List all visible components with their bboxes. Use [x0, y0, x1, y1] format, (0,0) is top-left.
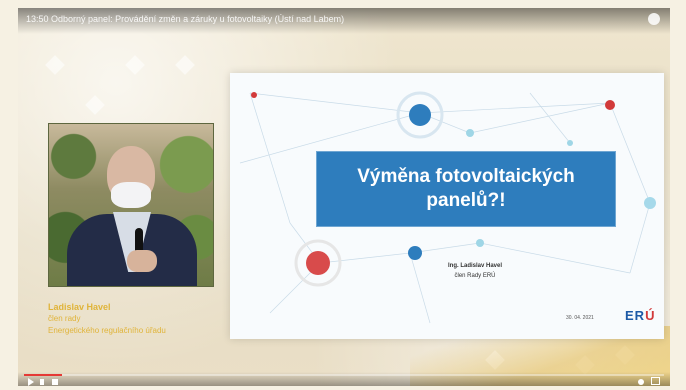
play-icon[interactable]: [28, 378, 34, 386]
eru-logo: ERÚ: [625, 308, 655, 323]
video-title-bar: 13:50 Odborný panel: Provádění změn a zá…: [18, 8, 670, 34]
logo-text-main: ER: [625, 308, 646, 323]
player-controls: [18, 372, 670, 386]
video-title[interactable]: 13:50 Odborný panel: Provádění změn a zá…: [26, 14, 344, 24]
progress-fill: [24, 374, 63, 376]
presentation-slide: Výměna fotovoltaických panelů?! Ing. Lad…: [230, 73, 664, 339]
speaker-video: [48, 123, 214, 287]
face-mask: [111, 182, 151, 208]
slide-date: 30. 04. 2021: [566, 315, 594, 321]
speaker-name: Ladislav Havel: [48, 302, 111, 312]
speaker-role: člen rady: [48, 314, 81, 323]
info-icon[interactable]: [648, 13, 660, 25]
video-frame[interactable]: 13:50 Odborný panel: Provádění změn a zá…: [18, 8, 670, 386]
slide-title-box: Výměna fotovoltaických panelů?!: [316, 151, 616, 227]
progress-bar[interactable]: [24, 374, 664, 376]
slide-title: Výměna fotovoltaických panelů?!: [357, 166, 575, 211]
speaker-organization: Energetického regulačního úřadu: [48, 326, 166, 335]
logo-text-accent: Ú: [645, 308, 656, 323]
volume-icon[interactable]: [52, 379, 58, 385]
speaker-hand: [127, 250, 157, 272]
settings-icon[interactable]: [638, 379, 644, 385]
presenter-role: člen Rady ERÚ: [454, 273, 496, 279]
skip-icon[interactable]: [40, 379, 44, 385]
fullscreen-icon[interactable]: [651, 377, 660, 385]
presenter-name: Ing. Ladislav Havel: [447, 263, 503, 269]
